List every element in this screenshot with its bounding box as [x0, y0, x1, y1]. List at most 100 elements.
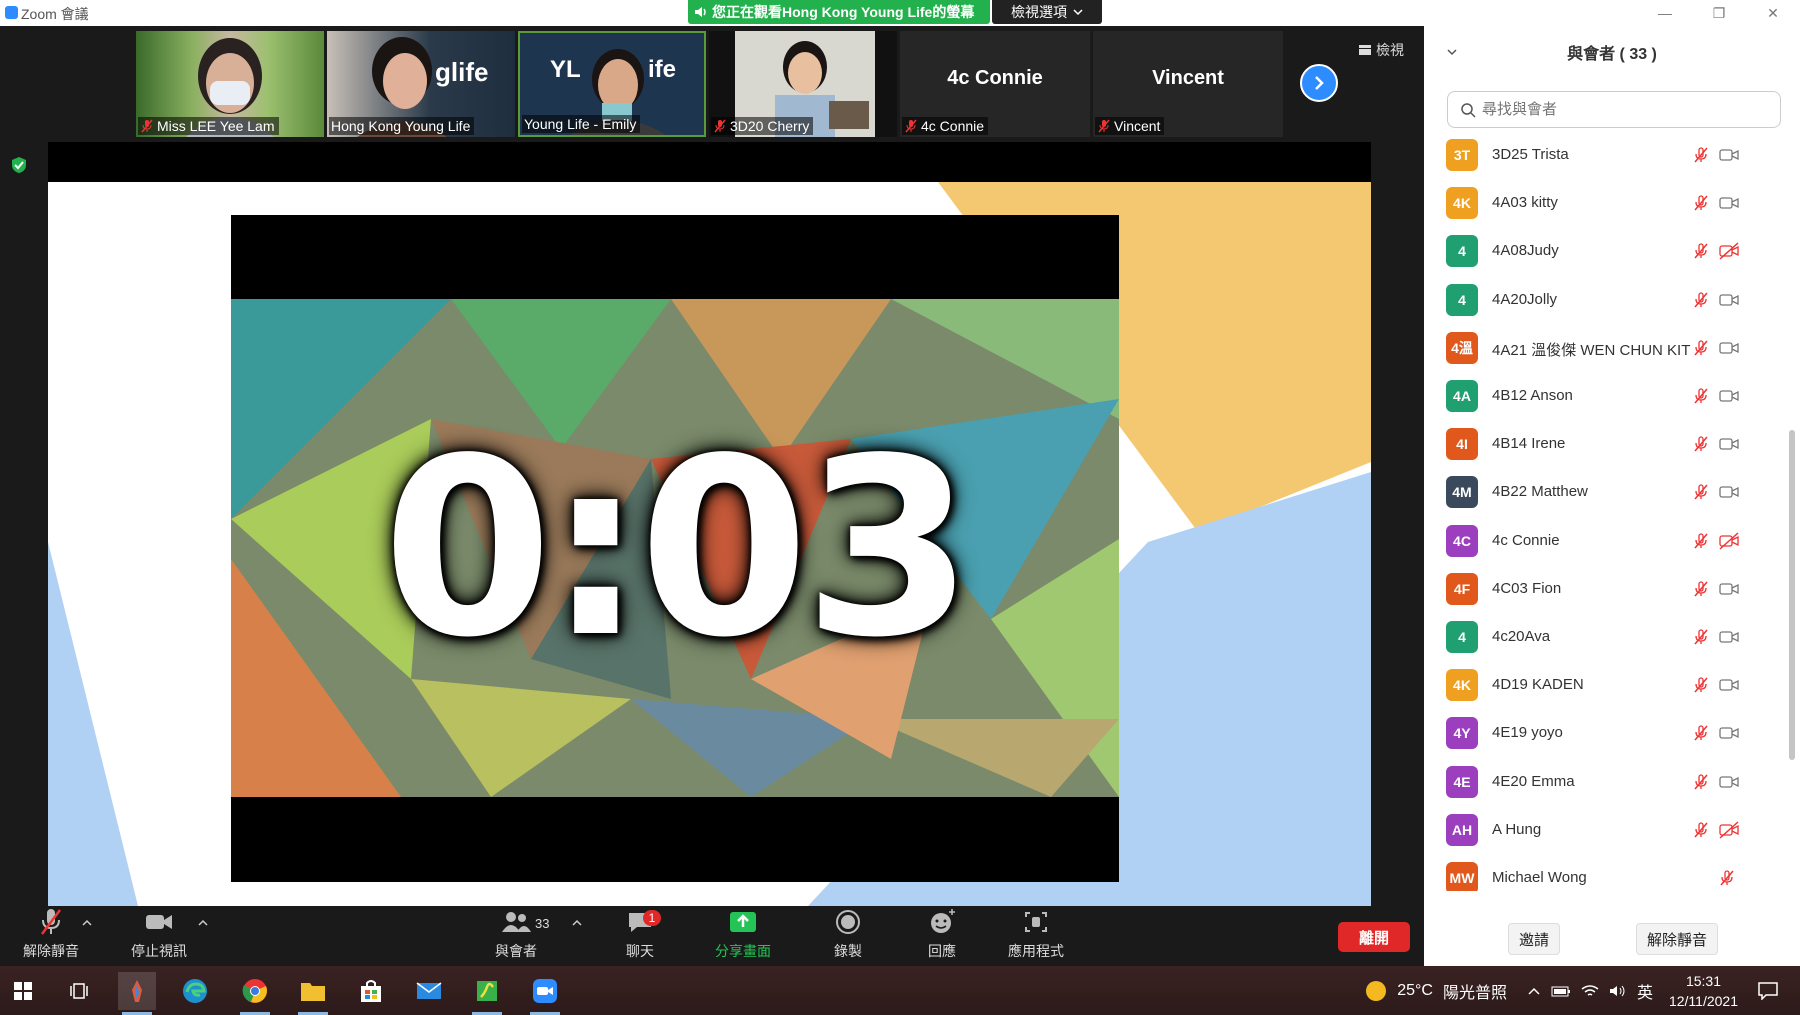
participants-button[interactable]: 與會者	[486, 906, 546, 966]
chevron-up-icon[interactable]	[198, 918, 208, 928]
video-tile[interactable]: 3D20 Cherry	[709, 31, 897, 137]
participant-row[interactable]: 3T 3D25 Trista	[1424, 131, 1784, 179]
participant-row[interactable]: 4I 4B14 Irene	[1424, 420, 1784, 468]
video-camera-icon[interactable]	[1718, 387, 1740, 405]
video-camera-icon[interactable]	[1718, 194, 1740, 212]
battery-icon[interactable]	[1551, 985, 1571, 997]
participant-row[interactable]: 4 4A08Judy	[1424, 227, 1784, 275]
chevron-up-icon[interactable]	[82, 918, 92, 928]
video-tile-active-speaker[interactable]: YL ife Young Life - Emily	[518, 31, 706, 137]
wifi-icon[interactable]	[1581, 984, 1599, 998]
participant-row[interactable]: 4 4c20Ava	[1424, 613, 1784, 661]
share-screen-button[interactable]: 分享畫面	[705, 906, 781, 966]
participant-row[interactable]: MW Michael Wong	[1424, 854, 1784, 891]
video-camera-icon[interactable]	[1718, 339, 1740, 357]
video-camera-icon[interactable]	[1718, 773, 1740, 791]
next-page-button[interactable]	[1300, 64, 1338, 102]
mic-muted-icon[interactable]	[1692, 242, 1710, 260]
taskbar-app[interactable]	[118, 972, 156, 1015]
chevron-up-icon[interactable]	[1527, 986, 1541, 996]
mic-muted-icon[interactable]	[1692, 483, 1710, 501]
restore-icon[interactable]: ❐	[1692, 0, 1746, 26]
mic-muted-icon[interactable]	[1692, 387, 1710, 405]
video-tile[interactable]: 4c Connie 4c Connie	[900, 31, 1090, 137]
volume-icon[interactable]	[1609, 984, 1627, 998]
mic-muted-icon[interactable]	[1692, 194, 1710, 212]
video-camera-icon[interactable]	[1718, 580, 1740, 598]
unmute-all-button[interactable]: 解除靜音	[1636, 923, 1719, 955]
video-off-icon[interactable]	[1718, 242, 1740, 260]
task-view-button[interactable]	[60, 972, 98, 1010]
mic-muted-icon[interactable]	[1692, 821, 1710, 839]
participant-row[interactable]: AH A Hung	[1424, 806, 1784, 854]
scrollbar[interactable]	[1789, 430, 1795, 760]
view-options-button[interactable]: 檢視選項	[992, 0, 1102, 24]
video-camera-icon[interactable]	[1718, 724, 1740, 742]
participant-row[interactable]: 4M 4B22 Matthew	[1424, 468, 1784, 516]
mic-muted-icon[interactable]	[1692, 724, 1710, 742]
participant-row[interactable]: 4 4A20Jolly	[1424, 276, 1784, 324]
video-tile[interactable]: Miss LEE Yee Lam	[136, 31, 324, 137]
video-camera-icon[interactable]	[1718, 291, 1740, 309]
participant-name: A Hung	[1492, 820, 1542, 838]
participant-name: 3D25 Trista	[1492, 146, 1569, 163]
chevron-up-icon[interactable]	[572, 918, 582, 928]
minimize-icon[interactable]: —	[1638, 0, 1692, 26]
taskbar-app[interactable]	[176, 972, 214, 1010]
taskbar-app[interactable]	[294, 972, 332, 1015]
participant-row[interactable]: 4K 4A03 kitty	[1424, 179, 1784, 227]
participant-row[interactable]: 4K 4D19 KADEN	[1424, 661, 1784, 709]
notification-icon[interactable]	[1758, 981, 1778, 1000]
video-tile[interactable]: Vincent Vincent	[1093, 31, 1283, 137]
taskbar-app[interactable]	[468, 972, 506, 1015]
reactions-button[interactable]: 回應	[912, 906, 972, 966]
video-camera-icon[interactable]	[1718, 676, 1740, 694]
mic-muted-icon[interactable]	[1692, 580, 1710, 598]
video-tile[interactable]: glife Hong Kong Young Life	[327, 31, 515, 137]
stop-video-button[interactable]: 停止視訊	[124, 906, 194, 966]
chevron-right-icon	[1312, 75, 1326, 91]
search-input[interactable]	[1482, 101, 1762, 118]
clock[interactable]: 15:31 12/11/2021	[1669, 971, 1738, 1011]
mic-muted-icon[interactable]	[1718, 869, 1736, 887]
video-camera-icon[interactable]	[1718, 483, 1740, 501]
invite-button[interactable]: 邀請	[1508, 923, 1561, 955]
participant-row[interactable]: 4A 4B12 Anson	[1424, 372, 1784, 420]
taskbar-app[interactable]	[526, 972, 564, 1015]
video-camera-icon[interactable]	[1718, 435, 1740, 453]
participant-row[interactable]: 4C 4c Connie	[1424, 517, 1784, 565]
participant-row[interactable]: 4F 4C03 Fion	[1424, 565, 1784, 613]
taskbar-app[interactable]	[410, 972, 448, 1010]
participant-row[interactable]: 4溫 4A21 溫俊傑 WEN CHUN KIT	[1424, 324, 1784, 372]
video-off-icon[interactable]	[1718, 821, 1740, 839]
taskbar-app[interactable]	[236, 972, 274, 1015]
close-icon[interactable]: ✕	[1746, 0, 1800, 26]
video-camera-icon[interactable]	[1718, 146, 1740, 164]
start-button[interactable]	[4, 972, 42, 1010]
video-camera-icon[interactable]	[1718, 628, 1740, 646]
mic-muted-icon[interactable]	[1692, 146, 1710, 164]
participant-search[interactable]	[1447, 91, 1781, 128]
taskbar-app[interactable]	[352, 972, 390, 1010]
chat-button[interactable]: 聊天	[610, 906, 670, 966]
video-player: 0:03	[231, 215, 1119, 882]
record-button[interactable]: 錄製	[818, 906, 878, 966]
mic-muted-icon[interactable]	[1692, 532, 1710, 550]
participant-row[interactable]: 4E 4E20 Emma	[1424, 758, 1784, 806]
ime-indicator[interactable]: 英	[1637, 979, 1653, 1003]
apps-button[interactable]: 應用程式	[996, 906, 1076, 966]
view-button[interactable]: 檢視	[1358, 40, 1404, 60]
mic-muted-icon[interactable]	[1692, 435, 1710, 453]
video-off-icon[interactable]	[1718, 532, 1740, 550]
participant-row[interactable]: 4Y 4E19 yoyo	[1424, 709, 1784, 757]
chat-unread-badge: 1	[643, 910, 661, 926]
leave-meeting-button[interactable]: 離開	[1338, 922, 1410, 952]
security-shield-icon[interactable]	[10, 156, 28, 174]
mic-muted-icon[interactable]	[1692, 628, 1710, 646]
mic-muted-icon[interactable]	[1692, 676, 1710, 694]
mic-muted-icon[interactable]	[1692, 773, 1710, 791]
speaker-icon	[694, 5, 708, 19]
unmute-button[interactable]: 解除靜音	[16, 906, 86, 966]
mic-muted-icon[interactable]	[1692, 339, 1710, 357]
mic-muted-icon[interactable]	[1692, 291, 1710, 309]
